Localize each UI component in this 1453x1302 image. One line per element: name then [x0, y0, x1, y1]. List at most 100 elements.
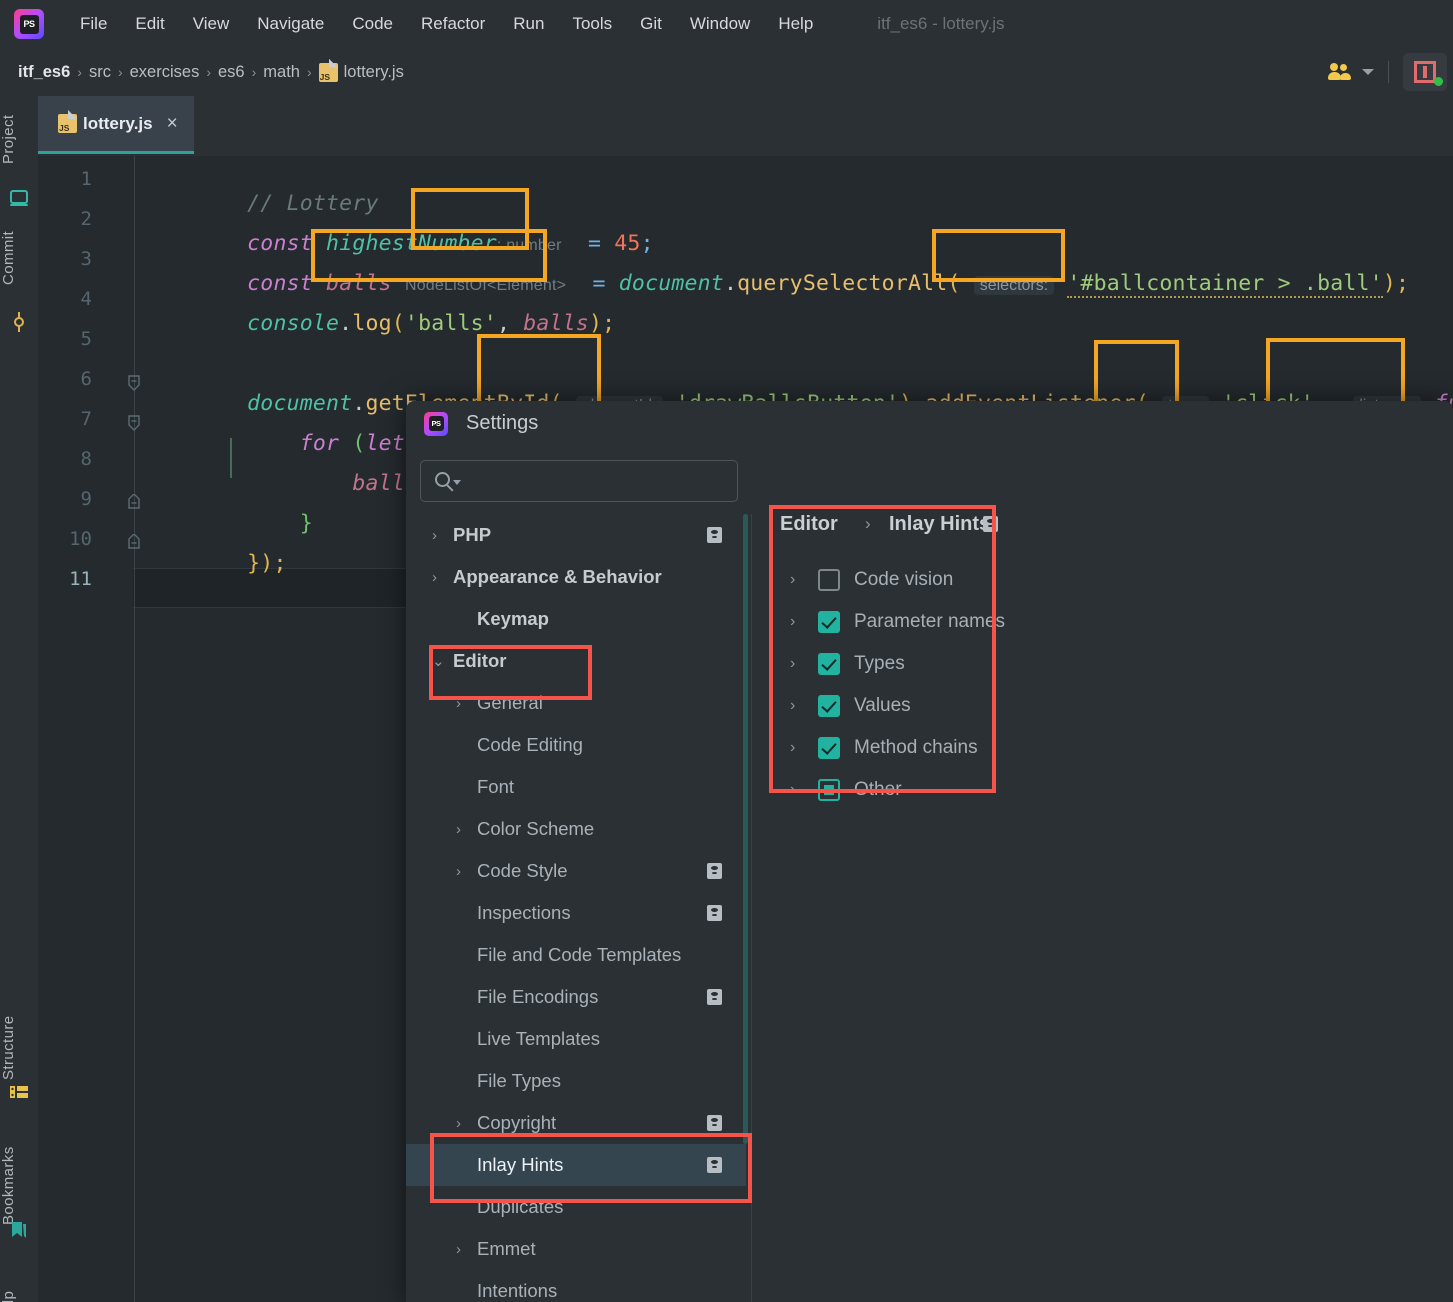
settings-dialog[interactable]: PS Settings › PHP › Appearance & Behavior Ke… [406, 401, 1453, 1302]
settings-tree-item-label: General [477, 692, 543, 713]
settings-tree-item-live-templates[interactable]: Live Templates [406, 1018, 746, 1060]
settings-tree-item-php[interactable]: › PHP [406, 514, 746, 556]
chevron-right-icon[interactable]: › [456, 821, 461, 838]
settings-tree-item-inspections[interactable]: Inspections [406, 892, 746, 934]
menu-item-git[interactable]: Git [626, 10, 676, 38]
project-scope-badge-icon[interactable] [983, 516, 998, 532]
settings-tree-item-editor[interactable]: ⌄ Editor [406, 640, 746, 682]
checkbox-parameter-names[interactable] [818, 611, 840, 633]
chevron-right-icon[interactable]: › [456, 863, 461, 880]
inlay-hint-selectors-param[interactable]: selectors: [973, 276, 1055, 295]
hint-group-row-other[interactable]: › Other [776, 769, 1376, 811]
settings-tree-item-appearance-behavior[interactable]: › Appearance & Behavior [406, 556, 746, 598]
hint-group-row-parameter-names[interactable]: › Parameter names [776, 601, 1376, 643]
people-icon[interactable] [1327, 63, 1353, 81]
hint-group-label: Parameter names [854, 611, 1006, 632]
bookmarks-icon[interactable] [9, 1220, 29, 1240]
fold-marker-icon[interactable] [126, 375, 142, 391]
settings-tree-item-file-encodings[interactable]: File Encodings [406, 976, 746, 1018]
menu-item-view[interactable]: View [179, 10, 244, 38]
menu-item-window[interactable]: Window [676, 10, 764, 38]
project-scope-badge-icon[interactable] [707, 905, 722, 921]
chevron-right-icon[interactable]: › [790, 739, 795, 757]
chevron-down-icon[interactable]: ⌄ [432, 652, 445, 670]
checkbox-method-chains[interactable] [818, 737, 840, 759]
menu-item-edit[interactable]: Edit [121, 10, 178, 38]
settings-tree-item-code-editing[interactable]: Code Editing [406, 724, 746, 766]
chevron-down-icon[interactable] [453, 480, 461, 485]
chevron-down-icon[interactable] [1362, 69, 1374, 75]
line-number: 6 [80, 368, 92, 390]
hint-group-row-method-chains[interactable]: › Method chains [776, 727, 1376, 769]
settings-breadcrumb-parent[interactable]: Editor [780, 513, 838, 536]
hint-group-row-types[interactable]: › Types [776, 643, 1376, 685]
settings-tree-item-inlay-hints[interactable]: Inlay Hints [406, 1144, 746, 1186]
project-scope-badge-icon[interactable] [707, 989, 722, 1005]
settings-tree-scrollbar[interactable] [743, 514, 748, 1144]
settings-tree-item-file-types[interactable]: File Types [406, 1060, 746, 1102]
breadcrumb-item-es6[interactable]: es6 [218, 63, 245, 82]
settings-search-box[interactable] [420, 460, 738, 502]
settings-tree-item-code-style[interactable]: › Code Style [406, 850, 746, 892]
breadcrumb-item-src[interactable]: src [89, 63, 111, 82]
chevron-right-icon[interactable]: › [456, 1241, 461, 1258]
line-number: 8 [80, 448, 92, 470]
sidebar-item-project[interactable]: Project [0, 100, 38, 178]
settings-tree-item-general[interactable]: › General [406, 682, 746, 724]
fold-marker-icon[interactable] [126, 415, 142, 431]
settings-tree-item-color-scheme[interactable]: › Color Scheme [406, 808, 746, 850]
chevron-right-icon[interactable]: › [456, 1115, 461, 1132]
chevron-right-icon[interactable]: › [432, 527, 437, 544]
breadcrumb-item-exercises[interactable]: exercises [130, 63, 200, 82]
project-scope-badge-icon[interactable] [707, 863, 722, 879]
sidebar-item-gulp[interactable]: Gulp [0, 1272, 38, 1302]
settings-tree-item-font[interactable]: Font [406, 766, 746, 808]
settings-tree-item-label: Color Scheme [477, 818, 595, 839]
settings-tree-item-intentions[interactable]: Intentions [406, 1270, 746, 1302]
settings-tree[interactable]: › PHP › Appearance & Behavior Keymap ⌄ Editor ›… [406, 514, 746, 1302]
settings-tree-item-keymap[interactable]: Keymap [406, 598, 746, 640]
menu-item-refactor[interactable]: Refactor [407, 10, 499, 38]
commit-icon[interactable] [9, 312, 29, 332]
fold-marker-icon[interactable] [126, 533, 142, 550]
breadcrumb-file[interactable]: lottery.js [344, 63, 404, 82]
breadcrumb-item-itf-es6[interactable]: itf_es6 [18, 63, 70, 82]
checkbox-values[interactable] [818, 695, 840, 717]
settings-tree-item-file-and-code-templates[interactable]: File and Code Templates [406, 934, 746, 976]
chevron-right-icon[interactable]: › [790, 655, 795, 673]
hint-group-row-code-vision[interactable]: › Code vision [776, 559, 1376, 601]
editor-tab-lottery-js[interactable]: lottery.js × [38, 96, 194, 154]
menu-item-run[interactable]: Run [499, 10, 558, 38]
settings-tree-item-duplicates[interactable]: Duplicates [406, 1186, 746, 1228]
breadcrumb-item-math[interactable]: math [263, 63, 300, 82]
phpstorm-logo-icon: PS [14, 9, 44, 39]
breadcrumb-separator: › [865, 514, 871, 533]
stop-run-button[interactable] [1403, 53, 1447, 91]
chevron-right-icon[interactable]: › [790, 571, 795, 589]
chevron-right-icon[interactable]: › [456, 695, 461, 712]
hint-group-row-values[interactable]: › Values [776, 685, 1376, 727]
checkbox-other[interactable] [818, 779, 840, 801]
menu-item-tools[interactable]: Tools [558, 10, 626, 38]
project-window-icon[interactable] [9, 188, 29, 208]
project-scope-badge-icon[interactable] [707, 1115, 722, 1131]
menu-item-code[interactable]: Code [338, 10, 407, 38]
checkbox-types[interactable] [818, 653, 840, 675]
chevron-right-icon[interactable]: › [790, 613, 795, 631]
structure-icon[interactable] [9, 1082, 29, 1102]
sidebar-item-commit[interactable]: Commit [0, 214, 38, 302]
checkbox-code-vision[interactable] [818, 569, 840, 591]
settings-tree-item-copyright[interactable]: › Copyright [406, 1102, 746, 1144]
menu-item-help[interactable]: Help [764, 10, 827, 38]
chevron-right-icon[interactable]: › [790, 697, 795, 715]
menu-item-navigate[interactable]: Navigate [243, 10, 338, 38]
line-number-current: 11 [69, 568, 92, 590]
settings-tree-item-emmet[interactable]: › Emmet [406, 1228, 746, 1270]
chevron-right-icon[interactable]: › [790, 781, 795, 799]
project-scope-badge-icon[interactable] [707, 527, 722, 543]
chevron-right-icon[interactable]: › [432, 569, 437, 586]
menu-item-file[interactable]: File [66, 10, 121, 38]
project-scope-badge-icon[interactable] [707, 1157, 722, 1173]
close-icon[interactable]: × [167, 114, 178, 133]
fold-marker-icon[interactable] [126, 493, 142, 510]
